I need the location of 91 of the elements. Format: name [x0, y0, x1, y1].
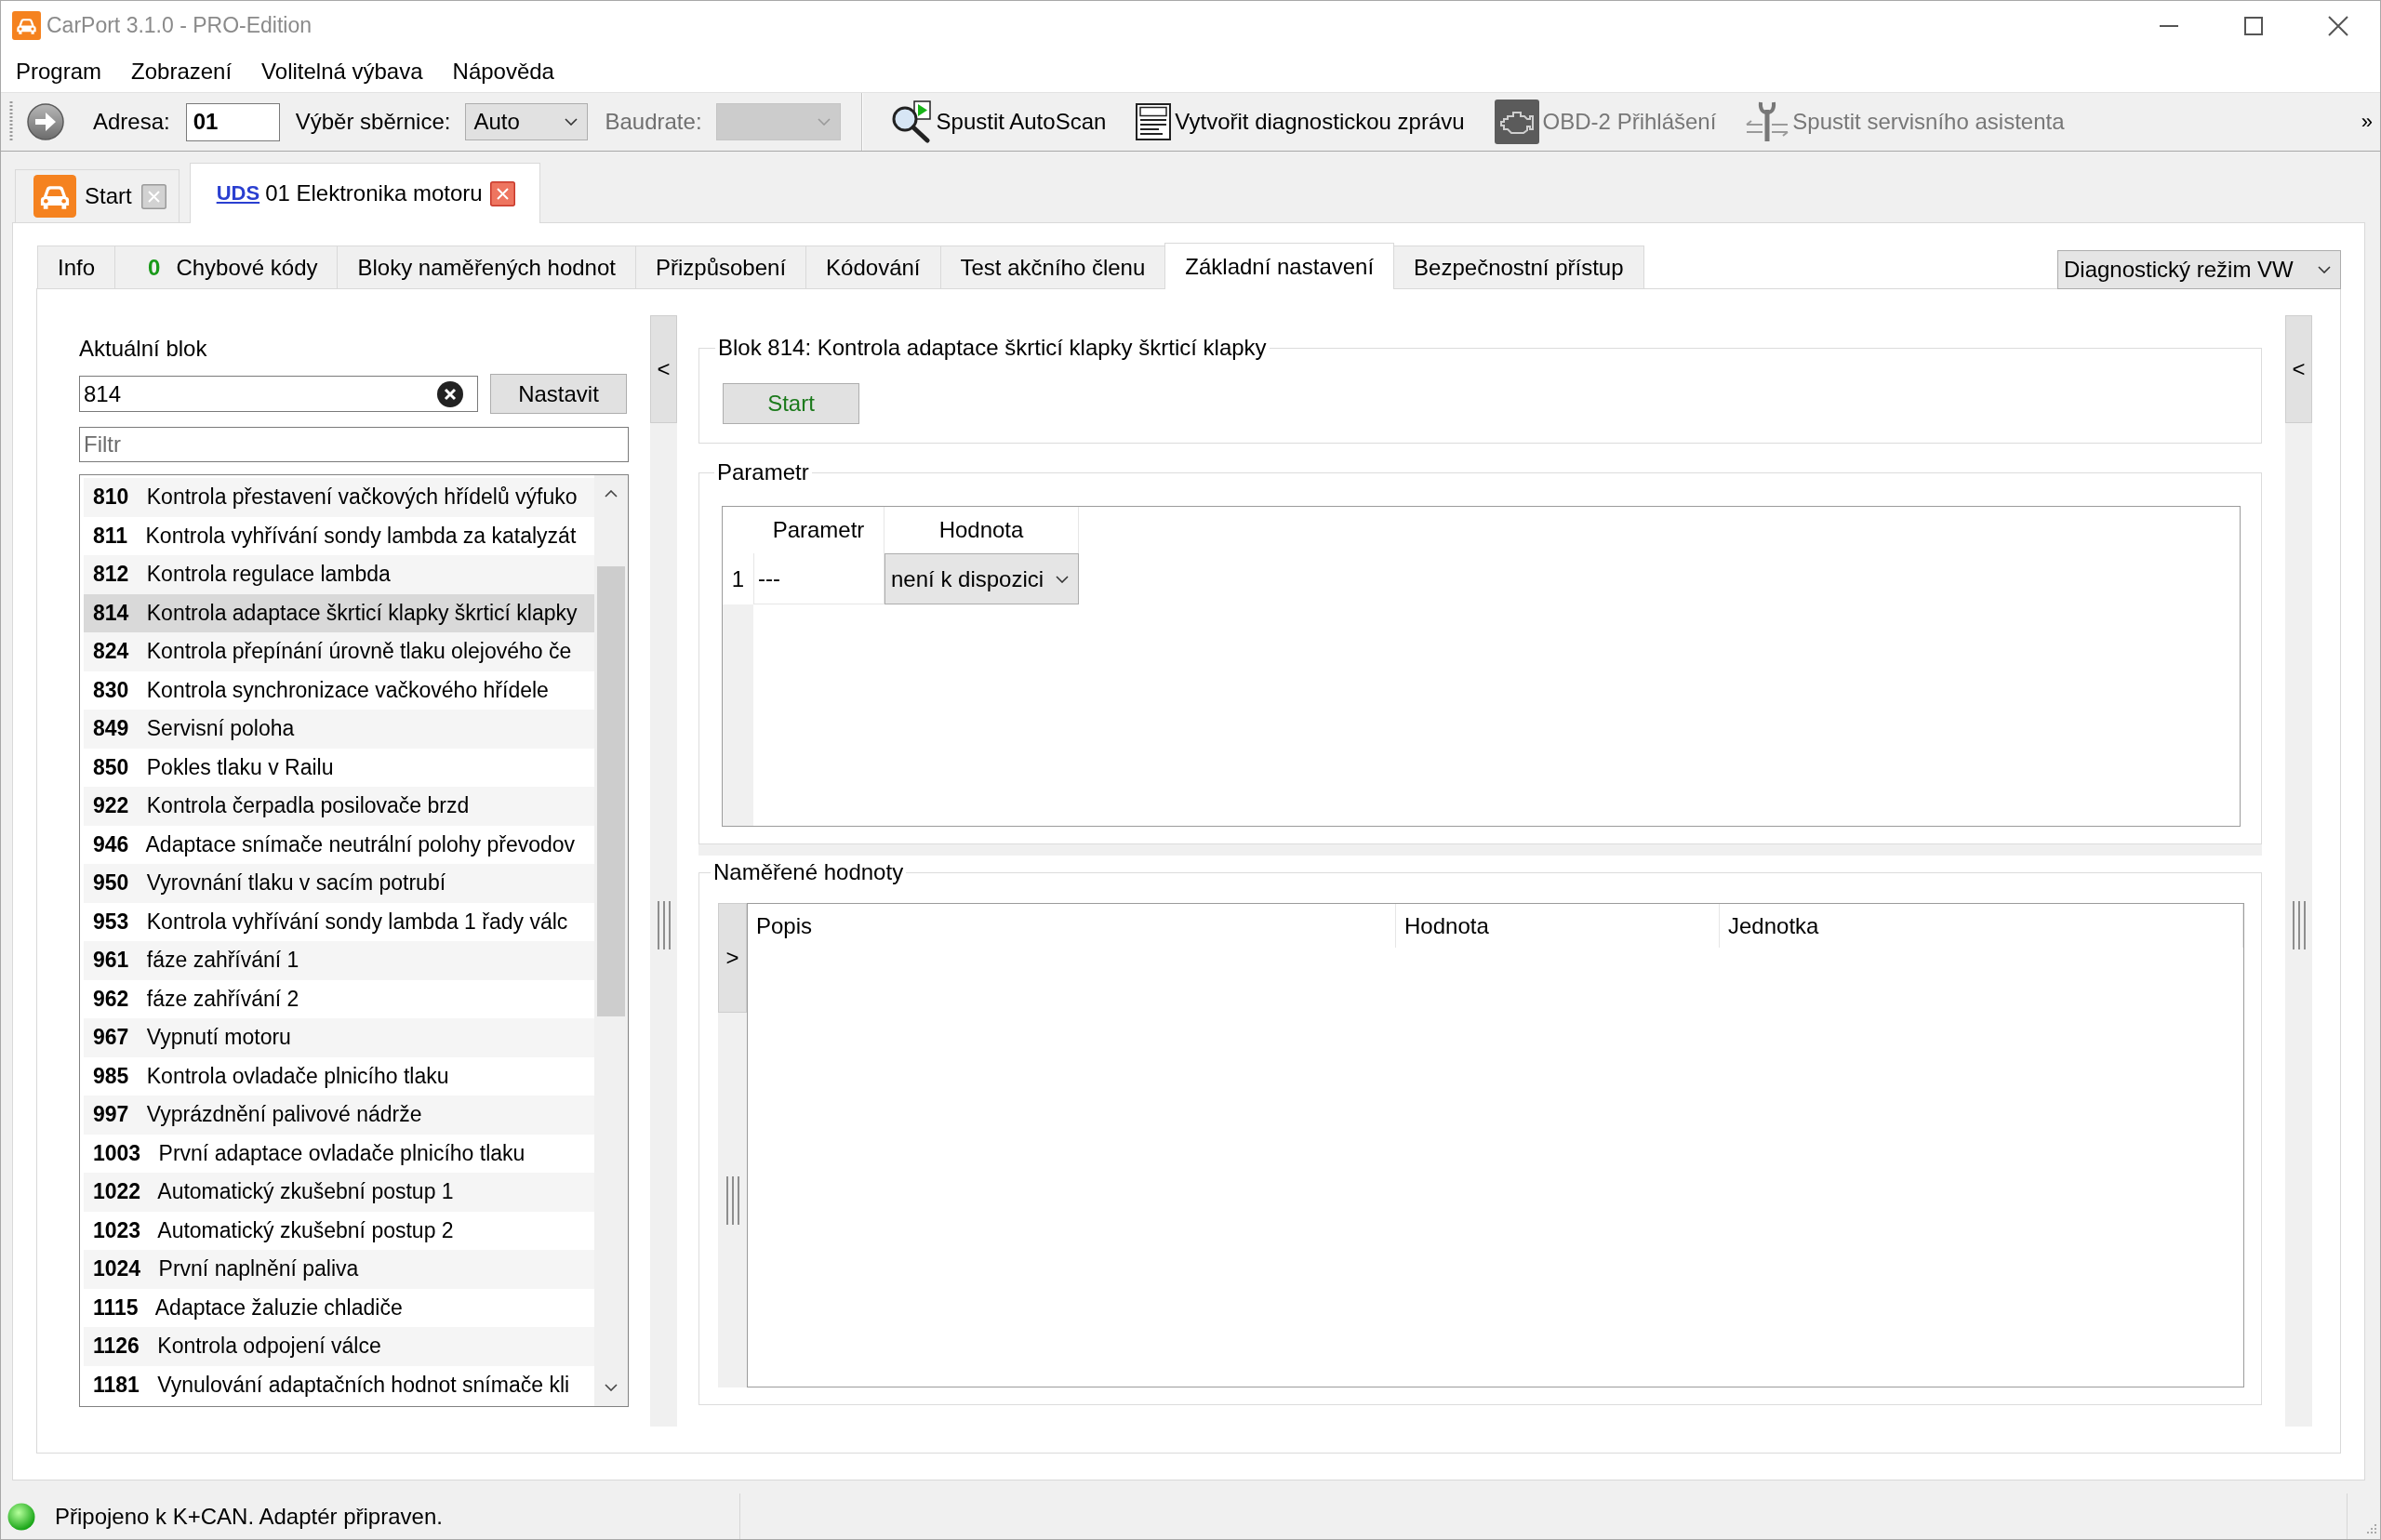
list-item[interactable]: 811 Kontrola vyhřívání sondy lambda za katalyzát [84, 516, 594, 555]
maximize-icon [2243, 16, 2263, 35]
list-item[interactable]: 922 Kontrola čerpadla posilovače brzd [84, 787, 594, 826]
list-item[interactable]: 950 Vyrovnání tlaku v sacím potrubí [84, 864, 594, 903]
list-item[interactable]: 1023 Automatický zkušební postup 2 [84, 1211, 594, 1250]
list-item[interactable]: 810 Kontrola přestavení vačkových hřídelů výfuko [84, 478, 594, 517]
close-icon [2327, 15, 2348, 36]
arrow-right-icon[interactable] [27, 103, 64, 140]
chevron-down-icon[interactable] [605, 1384, 618, 1391]
overflow-button[interactable]: » [2361, 110, 2373, 134]
toolbar-button[interactable]: Vytvořit diagnostickou zprávu [1136, 99, 1465, 145]
scrollbar[interactable] [594, 475, 628, 1406]
scrollbar-thumb[interactable] [597, 566, 625, 1016]
baudrate-label: Baudrate: [605, 109, 702, 135]
tab[interactable]: Základní nastavení [1164, 243, 1395, 289]
list-item[interactable]: 814 Kontrola adaptace škrticí klapky škrticí klapky [84, 593, 594, 632]
caret-icon [565, 118, 579, 126]
list-item[interactable]: 1115 Adaptace žaluzie chladiče [84, 1288, 594, 1327]
close-icon[interactable] [140, 183, 166, 209]
column-header: Parametr [753, 507, 885, 553]
grip-icon[interactable] [657, 900, 671, 949]
list-item[interactable]: 1024 První naplnění paliva [84, 1250, 594, 1289]
list-item[interactable]: 850 Pokles tlaku v Railu [84, 748, 594, 787]
list-item[interactable]: 946 Adaptace snímače neutrální polohy převodov [84, 825, 594, 864]
list-item[interactable]: 830 Kontrola synchronizace vačkového hřídele [84, 670, 594, 710]
address-label: Adresa: [93, 109, 170, 135]
tab[interactable]: Bezpečnostní přístup [1393, 246, 1644, 288]
list-item[interactable]: 812 Kontrola regulace lambda [84, 555, 594, 594]
collapse-button[interactable]: < [650, 315, 677, 423]
group-title: Naměřené hodnoty [712, 859, 905, 885]
list-item[interactable]: 1022 Automatický zkušební postup 1 [84, 1173, 594, 1212]
list-item[interactable]: 953 Kontrola vyhřívání sondy lambda 1 řady válc [84, 902, 594, 941]
clear-icon[interactable] [437, 380, 463, 407]
group-title: Blok 814: Kontrola adaptace škrticí klapky škrticí klapky [717, 335, 1268, 361]
tab[interactable]: Info [37, 246, 116, 288]
list-item[interactable]: 961 fáze zahřívání 1 [84, 941, 594, 980]
wrench-icon [1746, 100, 1789, 143]
document-icon [1136, 103, 1172, 140]
toolbar-button[interactable]: Spustit AutoScan [889, 99, 1107, 145]
menu-item[interactable]: Volitelná výbava [246, 50, 438, 92]
expand-button[interactable]: > [718, 903, 747, 1013]
engine-icon [1494, 100, 1539, 144]
document-tab[interactable]: Start [15, 169, 180, 222]
document-tab[interactable]: UDS 01 Elektronika motoru [189, 163, 540, 223]
bus-label: Výběr sběrnice: [295, 109, 451, 135]
group-title: Parametr [716, 459, 810, 485]
column-header: Jednotka [1720, 904, 2243, 948]
caret-icon [1056, 575, 1069, 583]
window-title: CarPort 3.1.0 - PRO-Edition [47, 13, 313, 38]
list-item[interactable]: 985 Kontrola ovladače plnicího tlaku [84, 1056, 594, 1095]
caret-icon [817, 118, 831, 126]
menu-item[interactable]: Nápověda [437, 50, 569, 92]
address-field[interactable]: 01 [185, 102, 280, 141]
minimize-icon [2159, 24, 2178, 27]
column-header: Hodnota [1396, 904, 1720, 948]
car-icon [12, 11, 41, 40]
tab[interactable]: Přizpůsobení [635, 246, 807, 288]
grip-icon[interactable] [8, 101, 14, 142]
list-item[interactable]: 824 Kontrola přepínání úrovně tlaku olejového če [84, 632, 594, 671]
car-icon [33, 175, 76, 218]
start-button[interactable]: Start [723, 383, 859, 424]
collapse-button[interactable]: < [2285, 315, 2312, 423]
list-item[interactable]: 967 Vypnutí motoru [84, 1018, 594, 1057]
status-text: Připojeno k K+CAN. Adaptér připraven. [55, 1503, 443, 1530]
chevron-up-icon[interactable] [605, 490, 618, 498]
list-item[interactable]: 1181 Vynulování adaptačních hodnot snímače kli [84, 1365, 594, 1404]
set-button[interactable]: Nastavit [490, 374, 627, 414]
column-header: Popis [748, 904, 1396, 948]
tab[interactable]: Kódování [805, 246, 941, 288]
grip-icon[interactable] [2292, 900, 2306, 949]
list-item[interactable]: 997 Vyprázdnění palivové nádrže [84, 1095, 594, 1135]
list-item[interactable]: 849 Servisní poloha [84, 710, 594, 749]
block-label: Aktuální blok [79, 336, 207, 362]
value-dropdown[interactable]: není k dispozici [885, 553, 1079, 604]
list-item[interactable]: 1126 Kontrola odpojení válce [84, 1327, 594, 1366]
filter-field[interactable]: Filtr [79, 427, 629, 462]
caret-icon [2318, 266, 2331, 273]
row-header: 1 [730, 564, 746, 593]
tab[interactable]: Bloky naměřených hodnot [337, 246, 636, 288]
mode-dropdown[interactable]: Diagnostický režim VW [2057, 250, 2341, 289]
resize-grip-icon[interactable] [2364, 1523, 2377, 1536]
list-item[interactable]: 962 fáze zahřívání 2 [84, 979, 594, 1018]
menu-item[interactable]: Program [1, 50, 117, 92]
bus-dropdown[interactable]: Auto [465, 103, 589, 140]
list-item[interactable]: 1003 První adaptace ovladače plnicího tlaku [84, 1134, 594, 1173]
block-field[interactable]: 814 [79, 376, 478, 412]
menu-item[interactable]: Zobrazení [116, 50, 247, 92]
tab[interactable]: 0 Chybové kódy [114, 246, 339, 288]
close-icon[interactable] [489, 180, 515, 206]
tab[interactable]: Test akčního členu [939, 246, 1166, 288]
grip-icon[interactable] [725, 1175, 739, 1225]
